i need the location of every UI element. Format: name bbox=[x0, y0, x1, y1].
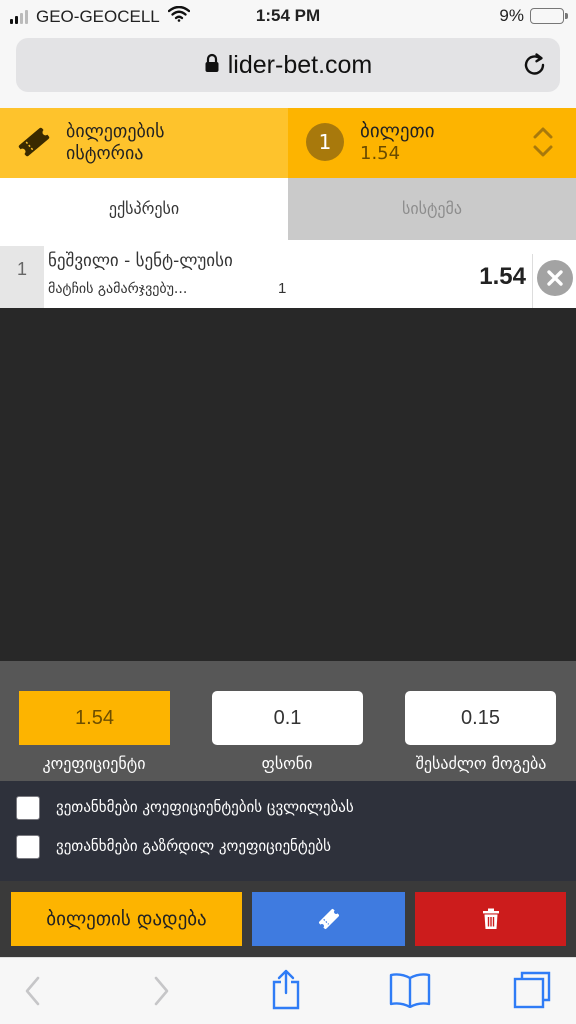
odds-label: კოეფიციენტი bbox=[42, 754, 146, 773]
match-name: ნეშვილი - სენტ-ლუისი bbox=[48, 251, 233, 271]
clock: 1:54 PM bbox=[255, 6, 321, 25]
tab-express[interactable]: ექსპრესი bbox=[0, 178, 288, 240]
ticket-icon bbox=[16, 124, 52, 164]
ticket-icon bbox=[318, 909, 339, 929]
delete-ticket-button[interactable] bbox=[415, 892, 566, 946]
save-ticket-button[interactable] bbox=[252, 892, 405, 946]
battery-icon bbox=[530, 8, 568, 24]
status-bar: GEO-GEOCELL 1:54 PM 9% bbox=[0, 0, 576, 34]
forward-icon[interactable] bbox=[150, 974, 172, 1012]
outcome-label: 1 bbox=[278, 280, 287, 297]
tab-system[interactable]: სისტემა bbox=[288, 178, 576, 240]
bet-selection-row: 1 ნეშვილი - სენტ-ლუისი მატჩის გამარჯვებუ… bbox=[0, 246, 576, 308]
battery-status: 9% bbox=[499, 6, 568, 26]
url-text: lider-bet.com bbox=[227, 50, 373, 79]
row-divider bbox=[532, 254, 533, 308]
accept-increased-odds-label: ვეთანხმები გაზრდილ კოეფიციენტებს bbox=[56, 837, 331, 855]
tabs-icon[interactable] bbox=[512, 970, 552, 1014]
ticket-odds: 1.54 bbox=[360, 143, 401, 164]
place-bet-button[interactable]: ბილეთის დადება bbox=[11, 892, 242, 946]
lock-icon bbox=[204, 53, 220, 77]
ticket-empty-area bbox=[0, 308, 576, 661]
bookmarks-icon[interactable] bbox=[388, 972, 432, 1012]
total-odds-field: 1.54 bbox=[19, 691, 170, 745]
trash-icon bbox=[482, 908, 499, 929]
battery-percent: 9% bbox=[499, 6, 524, 25]
accept-odds-change-checkbox[interactable] bbox=[16, 796, 40, 820]
market-name: მატჩის გამარჯვებუ... bbox=[48, 281, 188, 297]
possible-win-label: შესაძლო მოგება bbox=[415, 754, 547, 773]
remove-selection-button[interactable] bbox=[537, 260, 573, 296]
stake-label: ფსონი bbox=[261, 754, 313, 773]
browser-address-area: lider-bet.com bbox=[0, 34, 576, 108]
agreements: ვეთანხმები კოეფიციენტების ცვლილებას ვეთა… bbox=[0, 781, 576, 881]
stake-panel: 1.54 0.1 0.15 კოეფიციენტი ფსონი შესაძლო … bbox=[0, 661, 576, 781]
current-ticket[interactable]: 1 ბილეთი 1.54 bbox=[288, 108, 576, 178]
ticket-history-button[interactable]: ბილეთების ისტორია bbox=[0, 108, 288, 178]
selection-odds: 1.54 bbox=[479, 263, 526, 290]
ticket-count-badge: 1 bbox=[306, 123, 344, 161]
history-label-line1: ბილეთების bbox=[66, 121, 165, 142]
share-icon[interactable] bbox=[270, 968, 302, 1014]
address-bar[interactable]: lider-bet.com bbox=[16, 38, 560, 92]
possible-win-field: 0.15 bbox=[405, 691, 556, 745]
bet-index: 1 bbox=[0, 246, 44, 308]
stake-input[interactable]: 0.1 bbox=[212, 691, 363, 745]
ticket-history-label: ბილეთების ისტორია bbox=[66, 121, 266, 165]
accept-increased-odds-checkbox[interactable] bbox=[16, 835, 40, 859]
ticket-title: ბილეთი bbox=[360, 120, 435, 142]
accept-odds-change-label: ვეთანხმები კოეფიციენტების ცვლილებას bbox=[56, 798, 354, 816]
bet-type-tabs: ექსპრესი სისტემა bbox=[0, 178, 576, 240]
ticket-header: ბილეთების ისტორია 1 ბილეთი 1.54 bbox=[0, 108, 576, 178]
back-icon[interactable] bbox=[22, 974, 44, 1012]
action-bar: ბილეთის დადება bbox=[0, 881, 576, 957]
browser-toolbar bbox=[0, 957, 576, 1024]
history-label-line2: ისტორია bbox=[66, 143, 144, 164]
reload-icon[interactable] bbox=[522, 51, 548, 83]
expand-collapse-icon[interactable] bbox=[532, 124, 554, 164]
close-icon bbox=[547, 270, 563, 286]
